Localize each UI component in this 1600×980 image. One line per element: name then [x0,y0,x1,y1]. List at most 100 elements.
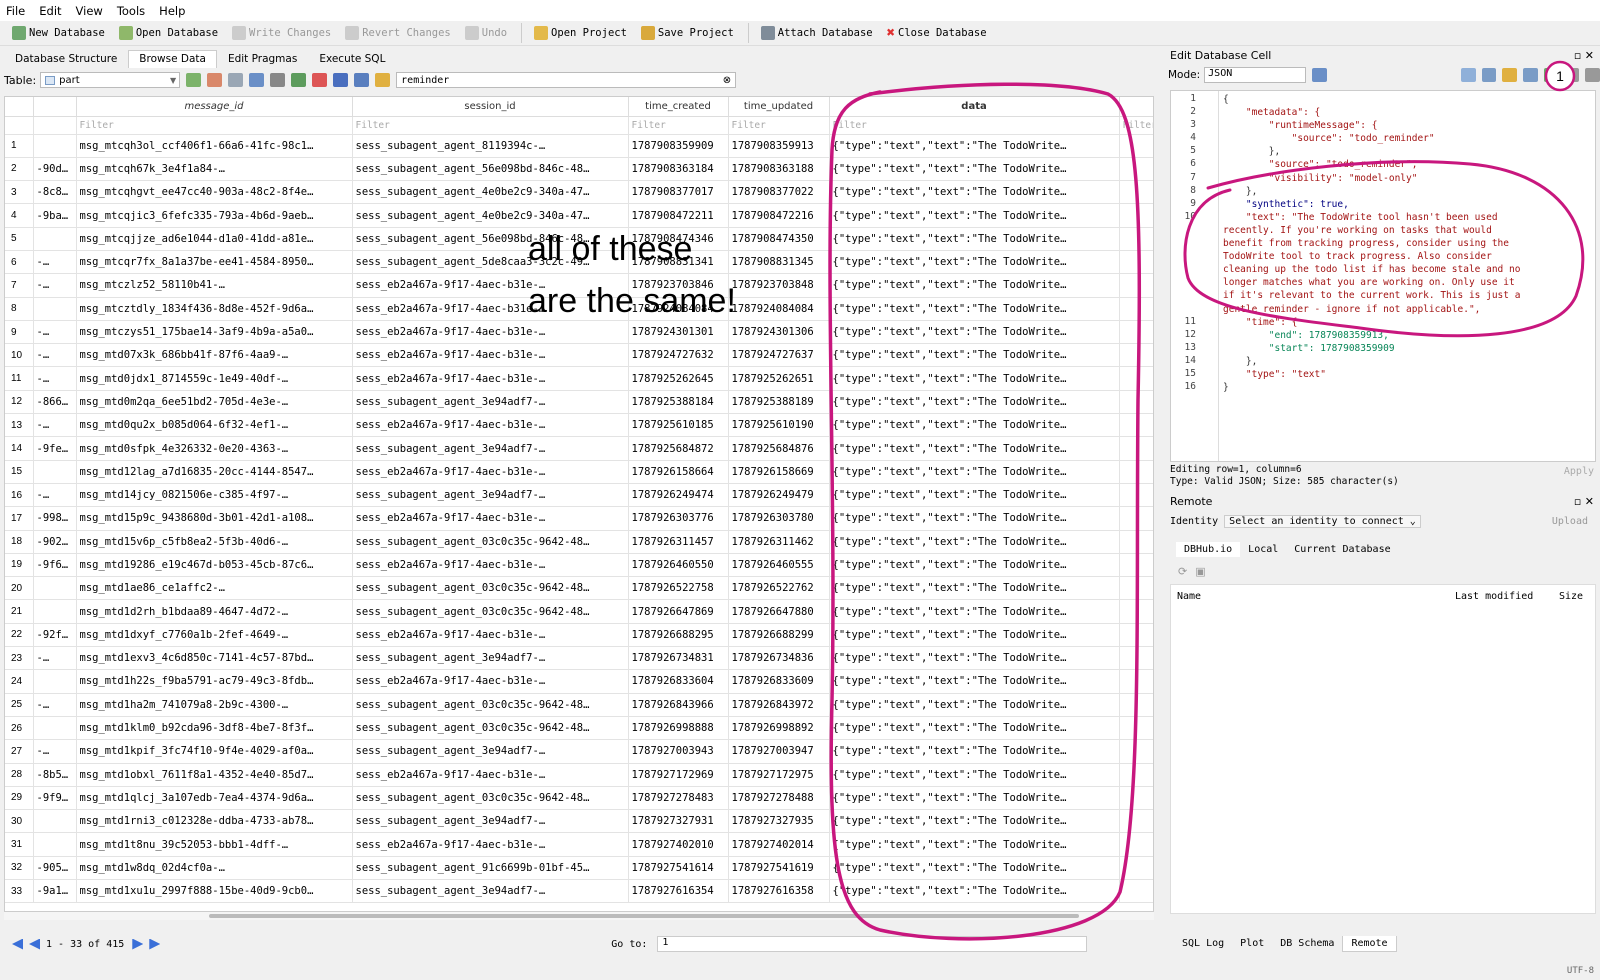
session-id-cell[interactable]: sess_subagent_agent_03c0c35c-9642-48… [352,786,629,811]
row-number[interactable]: 13 [5,413,34,438]
id-cell[interactable] [33,460,77,484]
word-wrap-icon[interactable] [1461,68,1476,82]
format-icon[interactable] [354,73,370,87]
time-updated-cell[interactable]: 1787926688299 [728,623,830,648]
table-row[interactable]: 14 -9fe… msg_mtd0sfpk_4e326332-0e20-4363-…… [5,436,1153,461]
session-id-cell[interactable]: sess_eb2a467a-9f17-4aec-b31e-… [352,832,629,857]
id-cell[interactable]: -905… [33,856,77,881]
data-cell[interactable]: {"type":"text","text":"The TodoWrite… [829,809,1120,834]
id-cell[interactable]: -902… [33,530,77,554]
row-number[interactable]: 12 [5,390,34,415]
time-updated-cell[interactable]: 1787927003947 [728,739,830,764]
time-updated-cell[interactable]: 1787927327935 [728,809,830,834]
data-cell[interactable]: {"type":"text","text":"The TodoWrite… [829,599,1120,624]
row-number[interactable]: 8 [5,297,34,321]
table-row[interactable]: 30 msg_mtd1rni3_c012328e-ddba-4733-ab78… s… [5,809,1153,834]
table-select[interactable]: part ▼ [40,72,181,88]
id-cell[interactable]: -… [33,273,77,298]
table-row[interactable]: 19 -9f6… msg_mtd19286_e19c467d-b053-45cb-8… [5,553,1153,578]
time-updated-cell[interactable]: 1787925388189 [728,390,830,415]
table-row[interactable]: 1 msg_mtcqh3ol_ccf406f1-66a6-41fc-98c1… se… [5,134,1153,158]
table-row[interactable]: 2 -90d… msg_mtcqh67k_3e4f1a84-… sess_subage… [5,157,1153,182]
column-header-session-id[interactable]: session_id [352,97,629,117]
time-created-cell[interactable]: 1787925610185 [628,413,729,438]
menu-help[interactable]: Help [159,4,185,18]
tab-local[interactable]: Local [1240,542,1286,557]
row-number[interactable]: 28 [5,763,34,787]
extra-cell[interactable] [1119,856,1153,881]
row-number[interactable]: 22 [5,623,34,648]
message-id-cell[interactable]: msg_mtd1obxl_7611f8a1-4352-4e40-85d7… [76,763,353,787]
mode-select[interactable]: JSON [1204,67,1307,83]
table-row[interactable]: 31 msg_mtd1t8nu_39c52053-bbb1-4dff-… sess_… [5,832,1153,857]
data-cell[interactable]: {"type":"text","text":"The TodoWrite… [829,669,1120,694]
id-cell[interactable]: -9fe… [33,436,77,461]
time-created-cell[interactable]: 1787908474346 [628,227,729,251]
session-id-cell[interactable]: sess_eb2a467a-9f17-4aec-b31e-… [352,460,629,484]
row-number[interactable]: 32 [5,856,34,881]
remote-file-list[interactable]: Name Last modified Size [1170,584,1596,914]
id-cell[interactable] [33,832,77,857]
data-cell[interactable]: {"type":"text","text":"The TodoWrite… [829,134,1120,158]
time-updated-cell[interactable]: 1787926734836 [728,646,830,671]
extra-cell[interactable] [1119,413,1153,438]
table-row[interactable]: 9 -… msg_mtczys51_175bae14-3af9-4b9a-a5a0…… [5,320,1153,345]
table-row[interactable]: 27 -… msg_mtd1kpif_3fc74f10-9f4e-4029-af0a… [5,739,1153,764]
data-cell[interactable]: {"type":"text","text":"The TodoWrite… [829,553,1120,578]
time-updated-cell[interactable]: 1787926249479 [728,483,830,508]
extra-cell[interactable] [1119,623,1153,648]
filter-cell[interactable] [33,116,77,135]
message-id-cell[interactable]: msg_mtd19286_e19c467d-b053-45cb-87c6… [76,553,353,578]
row-number[interactable]: 11 [5,366,34,391]
time-updated-cell[interactable]: 1787925610190 [728,413,830,438]
row-number[interactable]: 27 [5,739,34,764]
message-id-cell[interactable]: msg_mtd0qu2x_b085d064-6f32-4ef1-… [76,413,353,438]
row-number[interactable]: 17 [5,506,34,531]
table-row[interactable]: 6 -… msg_mtcqr7fx_8a1a37be-ee41-4584-8950…… [5,250,1153,275]
json-editor[interactable]: 1 2 3 4 5 6 7 8 9 10 11 12 13 14 15 16 { "metadata": { … [1170,90,1596,462]
row-number[interactable]: 33 [5,879,34,904]
column-header-extra[interactable] [1119,97,1153,117]
session-id-cell[interactable]: sess_subagent_agent_03c0c35c-9642-48… [352,599,629,624]
column-header-message-id[interactable]: message_id [76,97,353,117]
tab-edit-pragmas[interactable]: Edit Pragmas [217,50,308,68]
extra-cell[interactable] [1119,669,1153,694]
row-number[interactable]: 20 [5,576,34,601]
clear-filters-icon[interactable] [207,73,223,87]
copy-icon[interactable] [1585,68,1600,82]
tab-execute-sql[interactable]: Execute SQL [308,50,396,68]
extra-cell[interactable] [1119,832,1153,857]
time-created-cell[interactable]: 1787927541614 [628,856,729,881]
time-created-cell[interactable]: 1787927402010 [628,832,729,857]
time-created-cell[interactable]: 1787925684872 [628,436,729,461]
extra-cell[interactable] [1119,343,1153,368]
session-id-cell[interactable]: sess_eb2a467a-9f17-4aec-b31e-… [352,297,629,321]
time-updated-cell[interactable]: 1787926158669 [728,460,830,484]
time-created-cell[interactable]: 1787927172969 [628,763,729,787]
tab-database-structure[interactable]: Database Structure [4,50,128,68]
session-id-cell[interactable]: sess_subagent_agent_3e94adf7-… [352,809,629,834]
time-updated-cell[interactable]: 1787927172975 [728,763,830,787]
extra-cell[interactable] [1119,460,1153,484]
refresh-icon[interactable] [186,73,202,87]
data-cell[interactable]: {"type":"text","text":"The TodoWrite… [829,390,1120,415]
menu-view[interactable]: View [76,4,103,18]
message-id-cell[interactable]: msg_mtd1rni3_c012328e-ddba-4733-ab78… [76,809,353,834]
extra-cell[interactable] [1119,763,1153,787]
time-updated-cell[interactable]: 1787926460555 [728,553,830,578]
extra-cell[interactable] [1119,134,1153,158]
filter-cell[interactable]: Filter [728,116,830,135]
message-id-cell[interactable]: msg_mtd1kpif_3fc74f10-9f4e-4029-af0a… [76,739,353,764]
menu-tools[interactable]: Tools [117,4,145,18]
table-row[interactable]: 8 msg_mtcztdly_1834f436-8d8e-452f-9d6a… se… [5,297,1153,321]
session-id-cell[interactable]: sess_subagent_agent_4e0be2c9-340a-47… [352,180,629,205]
col-name[interactable]: Name [1177,591,1455,602]
id-cell[interactable] [33,227,77,251]
time-created-cell[interactable]: 1787926833604 [628,669,729,694]
table-row[interactable]: 16 -… msg_mtd14jcy_0821506e-c385-4f97-… ses… [5,483,1153,508]
row-number[interactable]: 16 [5,483,34,508]
time-updated-cell[interactable]: 1787924301306 [728,320,830,345]
id-cell[interactable]: -… [33,250,77,275]
identity-select[interactable]: Select an identity to connect ⌄ [1224,514,1421,528]
id-cell[interactable]: -8b5… [33,763,77,787]
